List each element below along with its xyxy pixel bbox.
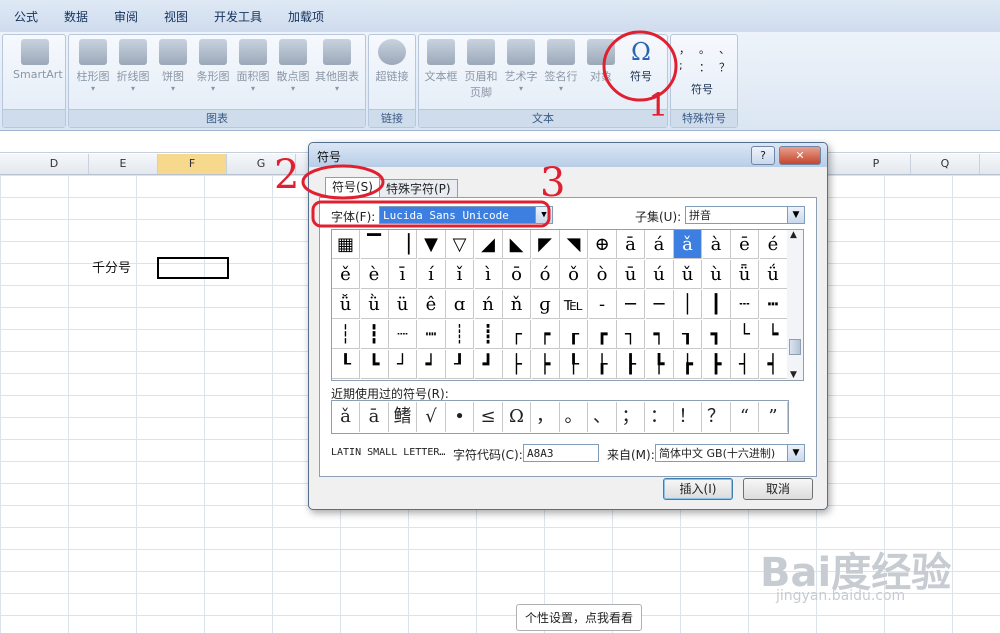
annotation-number-3: 3 — [540, 160, 566, 206]
baidu-watermark-url: jingyan.baidu.com — [776, 588, 906, 604]
annotation-number-2: 2 — [274, 152, 300, 198]
annotation-box-font — [311, 200, 551, 228]
annotation-overlay — [301, 30, 678, 228]
annotation-circle-tab — [301, 164, 385, 200]
tooltip[interactable]: 个性设置，点我看看 — [516, 604, 643, 631]
annotation-number-1: 1 — [648, 86, 669, 124]
